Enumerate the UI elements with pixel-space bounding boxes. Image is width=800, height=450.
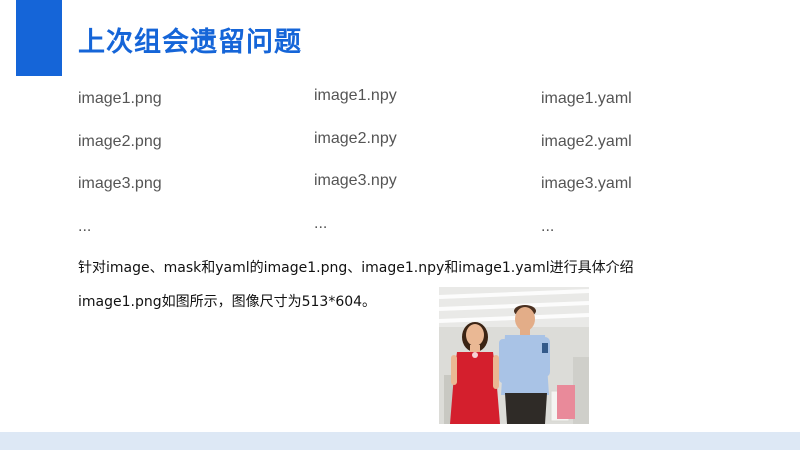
npy-file-item: image2.npy — [314, 129, 397, 147]
yaml-file-item: image1.yaml — [541, 90, 632, 107]
sample-photo — [439, 287, 589, 424]
footer-band — [0, 432, 800, 450]
npy-file-item: image1.npy — [314, 87, 397, 104]
png-file-item: image1.png — [78, 90, 162, 107]
description-line-1: 针对image、mask和yaml的image1.png、image1.npy和… — [78, 260, 634, 276]
png-file-list: image1.png image2.png image3.png ... — [78, 89, 162, 259]
yaml-file-ellipsis: ... — [541, 217, 555, 235]
yaml-file-item: image3.yaml — [541, 175, 632, 192]
npy-file-ellipsis: ... — [314, 214, 328, 232]
npy-file-item: image3.npy — [314, 172, 397, 189]
title-accent-bar — [16, 0, 62, 76]
description-line-2: image1.png如图所示，图像尺寸为513*604。 — [78, 294, 377, 310]
png-file-item: image2.png — [78, 132, 162, 150]
npy-file-list: image1.npy image2.npy image3.npy ... — [314, 86, 397, 256]
slide: 上次组会遗留问题 image1.png image2.png image3.pn… — [0, 0, 800, 450]
page-title: 上次组会遗留问题 — [78, 27, 302, 58]
png-file-item: image3.png — [78, 175, 162, 192]
couple-photo-illustration — [439, 287, 589, 424]
yaml-file-item: image2.yaml — [541, 132, 632, 150]
png-file-ellipsis: ... — [78, 217, 92, 235]
yaml-file-list: image1.yaml image2.yaml image3.yaml ... — [541, 89, 632, 259]
